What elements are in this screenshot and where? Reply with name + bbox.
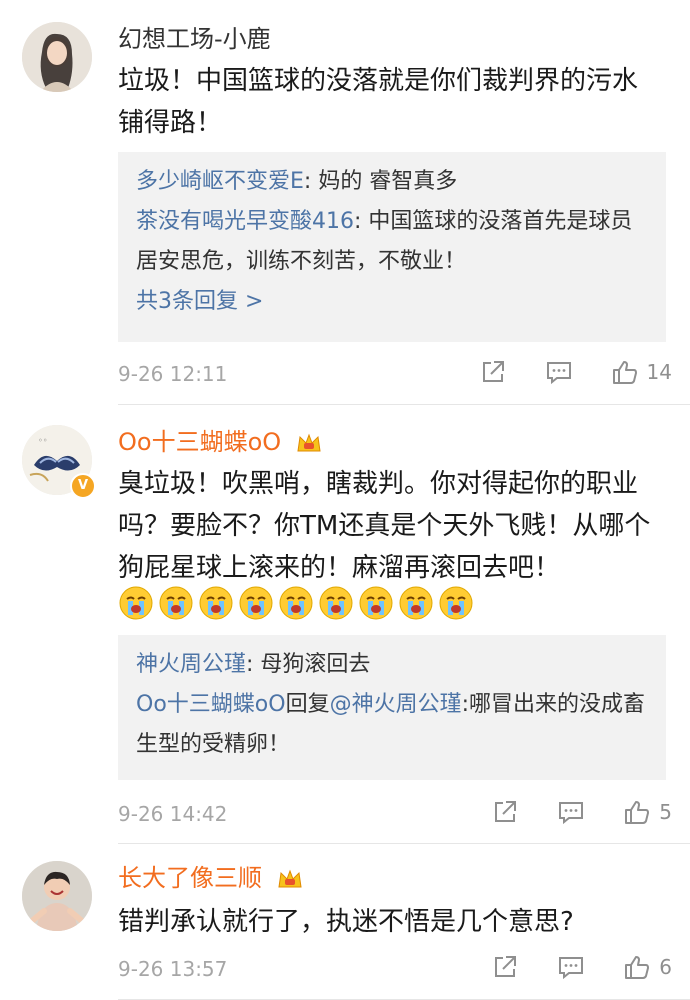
reply-box[interactable]: 神火周公瑾: 母狗滚回去 Oo十三蝴蝶oO回复@神火周公瑾:哪冒出来的没成畜生型… bbox=[118, 635, 666, 780]
like-count: 6 bbox=[659, 955, 672, 979]
comment-3: 长大了像三顺 错判承认就行了，执迷不悟是几个意思? 9-26 13:57 6 bbox=[0, 845, 690, 1000]
action-bar: 14 bbox=[441, 358, 672, 386]
reply-item: 茶没有喝光早变酸416: 中国篮球的没落首先是球员居安思危，训练不刻苦，不敬业！ bbox=[136, 209, 633, 274]
divider bbox=[118, 843, 690, 844]
like-button[interactable]: 5 bbox=[623, 798, 672, 826]
reply-author[interactable]: Oo十三蝴蝶oO bbox=[136, 692, 286, 717]
crying-emoji bbox=[119, 586, 153, 620]
emoji-row bbox=[118, 585, 474, 621]
action-bar: 5 bbox=[453, 798, 672, 826]
comment-1: 幻想工场-小鹿 垃圾！中国篮球的没落就是你们裁判界的污水铺得路！ 多少崎岖不变爱… bbox=[0, 0, 690, 405]
share-button[interactable] bbox=[491, 798, 519, 826]
avatar[interactable] bbox=[22, 861, 92, 931]
avatar-image bbox=[22, 22, 92, 92]
thumbs-up-icon bbox=[625, 801, 650, 824]
vip-crown-icon bbox=[278, 869, 302, 888]
verified-v-icon: V bbox=[70, 473, 96, 499]
reply-mention[interactable]: @神火周公瑾 bbox=[330, 692, 462, 717]
thumbs-up-icon bbox=[612, 361, 637, 384]
svg-text:◦◦: ◦◦ bbox=[38, 436, 47, 445]
crying-emoji bbox=[319, 586, 353, 620]
share-icon bbox=[482, 361, 504, 382]
reply-item: 神火周公瑾: 母狗滚回去 bbox=[136, 652, 371, 677]
comment-button[interactable] bbox=[557, 798, 585, 826]
share-icon bbox=[495, 801, 517, 822]
reply-author[interactable]: 神火周公瑾 bbox=[136, 652, 246, 677]
thumbs-up-icon bbox=[625, 956, 650, 979]
like-button[interactable]: 14 bbox=[611, 358, 672, 386]
username[interactable]: 幻想工场-小鹿 bbox=[118, 24, 271, 54]
crying-emoji bbox=[279, 586, 313, 620]
comment-icon bbox=[559, 802, 584, 825]
reply-box[interactable]: 多少崎岖不变爱E: 妈的 睿智真多 茶没有喝光早变酸416: 中国篮球的没落首先… bbox=[118, 152, 666, 342]
timestamp: 9-26 14:42 bbox=[118, 802, 228, 826]
comment-2: ◦◦ V Oo十三蝴蝶oO 臭垃圾！吹黑哨，瞎裁判。你对得起你的职业吗？要脸不？… bbox=[0, 405, 690, 845]
vip-crown-icon bbox=[297, 433, 321, 452]
crying-emoji bbox=[399, 586, 433, 620]
reply-content: 母狗滚回去 bbox=[260, 652, 371, 677]
comment-button[interactable] bbox=[545, 358, 573, 386]
comment-text: 臭垃圾！吹黑哨，瞎裁判。你对得起你的职业吗？要脸不？你TM还真是个天外飞贱！从哪… bbox=[118, 469, 651, 583]
reply-item: Oo十三蝴蝶oO回复@神火周公瑾:哪冒出来的没成畜生型的受精卵！ bbox=[136, 692, 646, 757]
timestamp: 9-26 12:11 bbox=[118, 362, 228, 386]
share-button[interactable] bbox=[491, 953, 519, 981]
reply-item: 多少崎岖不变爱E: 妈的 睿智真多 bbox=[136, 169, 458, 194]
crying-emoji bbox=[359, 586, 393, 620]
comment-text: 错判承认就行了，执迷不悟是几个意思? bbox=[118, 907, 574, 937]
reply-author[interactable]: 茶没有喝光早变酸416 bbox=[136, 209, 354, 234]
like-count: 5 bbox=[659, 800, 672, 824]
share-icon bbox=[495, 956, 517, 977]
reply-author[interactable]: 多少崎岖不变爱E bbox=[136, 169, 304, 194]
crying-emoji bbox=[159, 586, 193, 620]
timestamp: 9-26 13:57 bbox=[118, 957, 228, 981]
crying-emoji bbox=[439, 586, 473, 620]
avatar[interactable] bbox=[22, 22, 92, 92]
crying-emoji bbox=[199, 586, 233, 620]
reply-content: 妈的 睿智真多 bbox=[318, 169, 458, 194]
more-replies-link[interactable]: 共3条回复 > bbox=[136, 282, 648, 322]
comment-icon bbox=[559, 957, 584, 980]
like-count: 14 bbox=[646, 360, 672, 384]
comment-text: 垃圾！中国篮球的没落就是你们裁判界的污水铺得路！ bbox=[118, 66, 639, 138]
share-button[interactable] bbox=[479, 358, 507, 386]
username[interactable]: Oo十三蝴蝶oO bbox=[118, 427, 323, 457]
avatar-image bbox=[22, 861, 92, 931]
username[interactable]: 长大了像三顺 bbox=[118, 863, 304, 893]
comment-button[interactable] bbox=[557, 953, 585, 981]
action-bar: 6 bbox=[453, 953, 672, 981]
comment-icon bbox=[546, 362, 571, 385]
like-button[interactable]: 6 bbox=[623, 953, 672, 981]
crying-emoji bbox=[239, 586, 273, 620]
